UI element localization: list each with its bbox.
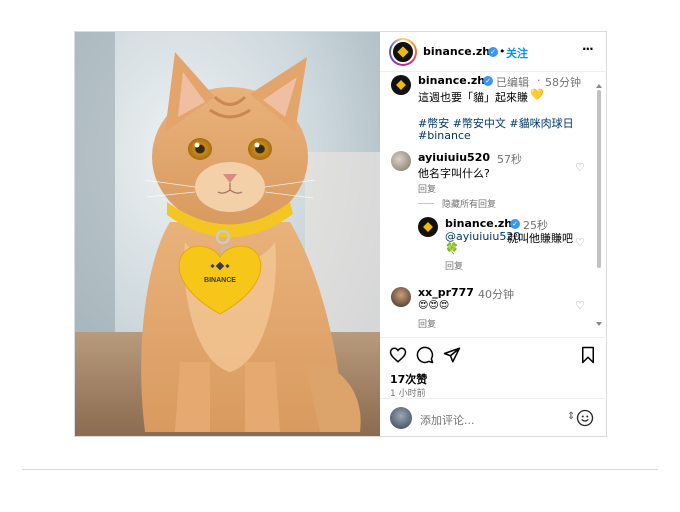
cat-photo: BINANCE: [75, 32, 380, 436]
comment-time[interactable]: 57秒: [497, 151, 522, 167]
viewer-avatar: [390, 407, 412, 429]
caption-avatar[interactable]: [391, 75, 411, 95]
binance-logo-icon: [423, 222, 433, 232]
author-username[interactable]: binance.zh: [423, 45, 490, 58]
caption-text: 這週也要「貓」起來賺: [418, 91, 528, 104]
comment-icon[interactable]: [416, 346, 434, 364]
add-comment-input[interactable]: 添加评论...: [420, 412, 475, 428]
header-separator: •: [499, 45, 506, 58]
likes-count[interactable]: 17次赞: [390, 371, 427, 387]
reply-username[interactable]: binance.zh: [445, 217, 512, 230]
heart-icon[interactable]: [389, 346, 407, 364]
verified-icon: ✓: [488, 47, 498, 57]
emoji-icon[interactable]: [576, 409, 594, 427]
reply-button[interactable]: 回复: [418, 182, 436, 195]
author-avatar[interactable]: [389, 38, 417, 66]
hide-replies-button[interactable]: 隐藏所有回复: [442, 197, 496, 210]
comment-username[interactable]: ayiuiuiu520: [418, 151, 490, 164]
more-icon[interactable]: ···: [582, 42, 594, 56]
follow-button[interactable]: 关注: [506, 45, 528, 61]
instagram-post: BINANCE binance.zh ✓ • 关注 ··· binance.zh…: [74, 31, 607, 437]
comment-time[interactable]: 40分钟: [478, 286, 514, 302]
reply-text: 就叫他賺賺吧: [507, 232, 573, 245]
reply-avatar[interactable]: [418, 217, 438, 237]
bookmark-icon[interactable]: [580, 346, 596, 364]
comment-username[interactable]: xx_pr777: [418, 286, 474, 299]
verified-icon: ✓: [483, 76, 493, 86]
caption-username[interactable]: binance.zh: [418, 74, 485, 87]
binance-logo-icon: [397, 46, 409, 58]
replies-divider: [418, 203, 434, 204]
reply-button[interactable]: 回复: [418, 317, 436, 330]
comment-text: 😍😍😍: [418, 300, 450, 311]
scroll-arrows-icon: ⇕: [567, 411, 576, 422]
commenter-avatar[interactable]: [391, 287, 411, 307]
caption-time[interactable]: 58分钟: [545, 74, 581, 90]
clover-emoji: 🍀: [445, 242, 459, 255]
post-header: binance.zh ✓ • 关注 ···: [380, 32, 606, 72]
comments-scrollbar[interactable]: [597, 90, 601, 268]
yellow-heart-emoji: 💛: [530, 88, 544, 101]
page-divider: [22, 469, 658, 470]
share-icon[interactable]: [443, 346, 461, 364]
heart-icon[interactable]: ♡: [575, 236, 585, 249]
comments-list[interactable]: binance.zh ✓ 已编辑 · 58分钟 這週也要「貓」起來賺 💛 #幣安…: [380, 72, 606, 362]
add-comment-bar: 添加评论... ⇕: [380, 398, 606, 436]
scroll-down-arrow[interactable]: [596, 322, 602, 326]
photo-logo-text: BINANCE: [204, 277, 236, 284]
post-photo[interactable]: BINANCE: [75, 32, 380, 436]
commenter-avatar[interactable]: [391, 151, 411, 171]
heart-icon[interactable]: ♡: [575, 299, 585, 312]
caption-dot: ·: [537, 74, 541, 87]
binance-logo-icon: [396, 80, 406, 90]
scroll-up-arrow[interactable]: [596, 84, 602, 88]
caption-hashtag-binance[interactable]: #binance: [418, 129, 471, 142]
heart-icon[interactable]: ♡: [575, 161, 585, 174]
post-side-panel: binance.zh ✓ • 关注 ··· binance.zh ✓ 已编辑 ·…: [380, 32, 606, 436]
reply-button[interactable]: 回复: [445, 259, 463, 272]
verified-icon: ✓: [510, 219, 520, 229]
caption-edited: 已编辑: [496, 76, 529, 89]
comment-text: 他名字叫什么?: [418, 167, 490, 180]
